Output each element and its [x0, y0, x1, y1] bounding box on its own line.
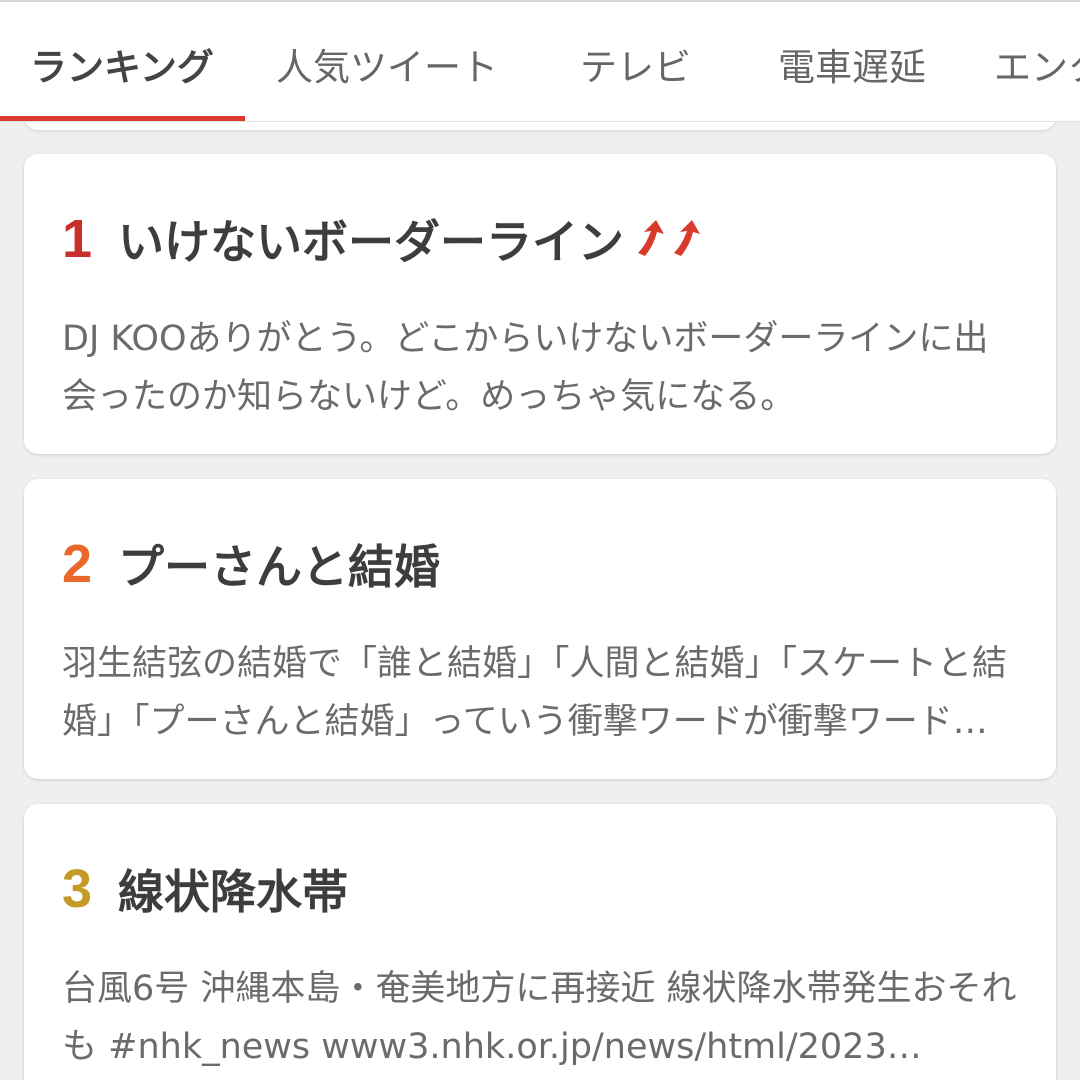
trend-title: 線状降水帯 [118, 865, 349, 919]
ranking-card-3[interactable]: 3 線状降水帯 台風6号 沖縄本島・奄美地方に再接近 線状降水帯発生おそれも #… [24, 804, 1056, 1080]
tab-tv[interactable]: テレビ [580, 38, 691, 98]
trend-description: DJ KOOありがとう。どこからいけないボーダーラインに出会ったのか知らないけど… [62, 319, 989, 417]
ranking-card-1[interactable]: 1 いけないボーダーライン DJ KOOありがとう。どこからいけないボーダーライ… [24, 154, 1056, 454]
card-title-row: 3 線状降水帯 [62, 854, 348, 924]
category-tab-bar: ランキング 人気ツイート テレビ 電車遅延 エンタ [0, 0, 1080, 122]
tab-popular-tweets[interactable]: 人気ツイート [276, 38, 498, 98]
app-screen: ランキング 人気ツイート テレビ 電車遅延 エンタ 1 いけないボーダーライン … [0, 0, 1080, 1080]
trend-title: いけないボーダーライン [118, 215, 625, 269]
trend-description: 羽生結弦の結婚で「誰と結婚」「人間と結婚」「スケートと結婚」「プーさんと結婚」っ… [62, 644, 1008, 742]
card-title-row: 2 プーさんと結婚 [62, 529, 440, 599]
rank-number: 2 [62, 534, 93, 594]
trend-description: 台風6号 沖縄本島・奄美地方に再接近 線状降水帯発生おそれも #nhk_news… [62, 969, 1017, 1067]
tab-train-delay[interactable]: 電車遅延 [778, 38, 926, 98]
double-up-arrow-icon [634, 219, 710, 259]
active-tab-indicator [0, 116, 245, 121]
tab-ranking[interactable]: ランキング [30, 38, 214, 98]
trend-title: プーさんと結婚 [118, 540, 441, 594]
tab-entertainment[interactable]: エンタ [994, 38, 1080, 98]
ranking-card-2[interactable]: 2 プーさんと結婚 羽生結弦の結婚で「誰と結婚」「人間と結婚」「スケートと結婚」… [24, 479, 1056, 779]
rank-number: 1 [62, 209, 93, 269]
card-title-row: 1 いけないボーダーライン [62, 204, 710, 274]
rank-number: 3 [62, 859, 93, 919]
